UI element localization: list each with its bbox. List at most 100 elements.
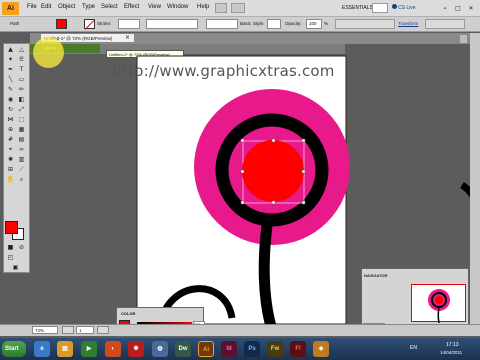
- selection-tool-icon[interactable]: ▲: [6, 46, 15, 54]
- stroke-label: Stroke:: [97, 21, 112, 26]
- close-icon[interactable]: ✕: [466, 4, 476, 13]
- color-panel-title[interactable]: COLOR: [121, 311, 135, 316]
- shape-builder-tool-icon[interactable]: ⊕: [6, 126, 15, 134]
- quicklaunch-ie-icon[interactable]: e: [34, 341, 50, 357]
- mesh-tool-icon[interactable]: #: [6, 136, 15, 144]
- quicklaunch-explorer-icon[interactable]: ▤: [57, 341, 73, 357]
- screen-mode-icon[interactable]: ▣: [11, 264, 20, 272]
- clock-time[interactable]: 17:13: [446, 342, 459, 348]
- tab-close-icon[interactable]: ×: [123, 33, 132, 43]
- color-mode-icon[interactable]: ■: [6, 244, 15, 252]
- column-graph-tool-icon[interactable]: ▥: [17, 156, 26, 164]
- menu-object[interactable]: Object: [58, 4, 75, 10]
- direct-selection-tool-icon[interactable]: △: [17, 46, 26, 54]
- cs-live-icon: [392, 4, 397, 9]
- symbol-sprayer-tool-icon[interactable]: ✺: [6, 156, 15, 164]
- cs-live-label: CS Live: [398, 5, 416, 11]
- taskbar-photoshop-icon[interactable]: Ps: [244, 341, 260, 357]
- gradient-tool-icon[interactable]: ▤: [17, 136, 26, 144]
- red-center-circle: [242, 140, 304, 202]
- quicklaunch-media-icon[interactable]: ▶: [81, 341, 97, 357]
- variable-width-profile[interactable]: [146, 19, 198, 29]
- bridge-button[interactable]: [215, 3, 227, 13]
- zoom-level-field[interactable]: 72%: [32, 326, 58, 334]
- cs-live-button[interactable]: CS Live: [392, 3, 416, 13]
- taskbar-illustrator-icon[interactable]: Ai: [198, 341, 214, 357]
- navigator-title[interactable]: NAVIGATOR: [364, 273, 387, 278]
- paintbrush-tool-icon[interactable]: ✎: [6, 86, 15, 94]
- blend-tool-icon[interactable]: ∞: [17, 146, 26, 154]
- start-button[interactable]: Start: [2, 341, 26, 357]
- taskbar-indesign-icon[interactable]: Id: [221, 341, 237, 357]
- minimize-icon[interactable]: –: [440, 4, 450, 13]
- zoom-tool-icon[interactable]: ⌕: [17, 176, 26, 184]
- menu-select[interactable]: Select: [101, 4, 118, 10]
- quicklaunch-app-icon[interactable]: ✱: [128, 341, 144, 357]
- pencil-tool-icon[interactable]: ✏: [17, 86, 26, 94]
- quicklaunch-app2-icon[interactable]: ◍: [152, 341, 168, 357]
- cursor-highlight: [33, 37, 64, 68]
- opacity-field[interactable]: 100: [306, 19, 322, 29]
- menu-file[interactable]: File: [27, 4, 37, 10]
- menu-type[interactable]: Type: [82, 4, 95, 10]
- taskbar-dreamweaver-icon[interactable]: Dw: [175, 341, 191, 357]
- search-input[interactable]: [372, 3, 388, 13]
- taskbar-flash-icon[interactable]: Fl: [290, 341, 306, 357]
- language-indicator[interactable]: EN: [410, 345, 417, 351]
- brush-label: Basic: [240, 21, 252, 26]
- artboard-next-icon[interactable]: [97, 326, 109, 334]
- brush-definition[interactable]: [206, 19, 238, 29]
- artboard-prev-icon[interactable]: [62, 326, 74, 334]
- watermark-url: http://www.graphicxtras.com: [112, 62, 335, 80]
- navigator-preview: [428, 289, 450, 324]
- taskbar-app-icon[interactable]: ◈: [313, 341, 329, 357]
- artboard-number-field[interactable]: 1: [76, 326, 94, 334]
- free-transform-tool-icon[interactable]: ⬚: [17, 116, 26, 124]
- navigator-thumbnail[interactable]: [411, 284, 466, 324]
- stroke-weight-field[interactable]: [118, 19, 140, 29]
- type-tool-icon[interactable]: T: [17, 66, 26, 74]
- draw-mode-icon[interactable]: ◰: [6, 254, 15, 262]
- blob-brush-tool-icon[interactable]: ◉: [6, 96, 15, 104]
- stroke-color-swatch[interactable]: [84, 19, 95, 29]
- rectangle-tool-icon[interactable]: ▭: [17, 76, 26, 84]
- taskbar-fireworks-icon[interactable]: Fw: [267, 341, 283, 357]
- eyedropper-tool-icon[interactable]: ⌖: [6, 146, 15, 154]
- panel-collapse-icon[interactable]: [459, 34, 468, 44]
- fill-color-swatch[interactable]: [56, 19, 67, 29]
- lasso-tool-icon[interactable]: ᘓ: [17, 56, 26, 64]
- maximize-icon[interactable]: □: [453, 4, 463, 13]
- perspective-grid-tool-icon[interactable]: ▦: [17, 126, 26, 134]
- slice-tool-icon[interactable]: ⟋: [17, 166, 26, 174]
- transform-link[interactable]: Transform: [398, 21, 418, 26]
- quicklaunch-firefox-icon[interactable]: ◐: [105, 341, 121, 357]
- menu-window[interactable]: Window: [167, 4, 188, 10]
- rotate-tool-icon[interactable]: ↻: [6, 106, 15, 114]
- object-type-label: Path: [10, 21, 20, 26]
- workspace-switcher[interactable]: ESSENTIALS: [342, 3, 373, 13]
- opacity-label: Opacity:: [285, 21, 302, 26]
- graphic-style-picker[interactable]: [267, 19, 281, 29]
- align-controls[interactable]: [335, 19, 395, 29]
- transform-controls[interactable]: [425, 19, 465, 29]
- artboard-tool-icon[interactable]: ⊞: [6, 166, 15, 174]
- pen-tool-icon[interactable]: ✒: [6, 66, 15, 74]
- menu-edit[interactable]: Edit: [41, 4, 51, 10]
- menu-view[interactable]: View: [148, 4, 161, 10]
- app-logo: Ai: [2, 2, 19, 15]
- eraser-tool-icon[interactable]: ◧: [17, 96, 26, 104]
- style-label: Style:: [253, 21, 265, 26]
- fill-box[interactable]: [5, 221, 18, 234]
- line-tool-icon[interactable]: ╲: [6, 76, 15, 84]
- menu-effect[interactable]: Effect: [124, 4, 139, 10]
- clock-date[interactable]: 14/04/2011: [440, 350, 462, 355]
- width-tool-icon[interactable]: ⋈: [6, 116, 15, 124]
- right-panel-dock: [470, 33, 480, 324]
- none-mode-icon[interactable]: ⊘: [17, 244, 26, 252]
- opacity-unit: %: [324, 21, 329, 26]
- menu-help[interactable]: Help: [197, 4, 209, 10]
- hand-tool-icon[interactable]: ✋: [6, 176, 15, 184]
- arrange-documents-button[interactable]: [231, 3, 245, 13]
- scale-tool-icon[interactable]: ⤢: [17, 106, 26, 114]
- magic-wand-tool-icon[interactable]: ✦: [6, 56, 15, 64]
